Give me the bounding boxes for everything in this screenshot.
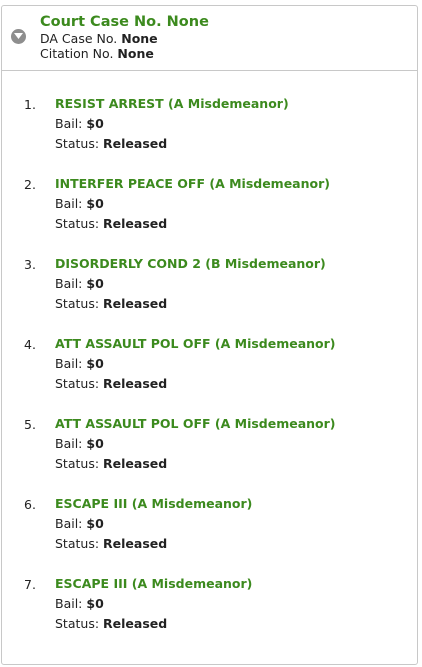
status-label: Status: bbox=[55, 616, 100, 631]
status-value: Released bbox=[103, 136, 168, 151]
status-label: Status: bbox=[55, 296, 100, 311]
status-line: Status: Released bbox=[55, 456, 167, 471]
status-value: Released bbox=[103, 616, 168, 631]
bail-line: Bail: $0 bbox=[55, 516, 104, 531]
charge-name: ESCAPE III (A Misdemeanor) bbox=[55, 496, 253, 511]
charge-item: 1. RESIST ARREST (A Misdemeanor) Bail: $… bbox=[2, 96, 417, 176]
status-label: Status: bbox=[55, 456, 100, 471]
bail-label: Bail: bbox=[55, 516, 83, 531]
bail-value: $0 bbox=[86, 436, 104, 451]
case-header: Court Case No. None DA Case No. None Cit… bbox=[2, 6, 417, 71]
bail-value: $0 bbox=[86, 356, 104, 371]
bail-label: Bail: bbox=[55, 596, 83, 611]
citation-label: Citation No. bbox=[40, 46, 114, 61]
charge-number: 1. bbox=[24, 97, 36, 112]
status-value: Released bbox=[103, 216, 168, 231]
bail-line: Bail: $0 bbox=[55, 276, 104, 291]
bail-line: Bail: $0 bbox=[55, 116, 104, 131]
bail-label: Bail: bbox=[55, 356, 83, 371]
charge-name: RESIST ARREST (A Misdemeanor) bbox=[55, 96, 289, 111]
charge-name: INTERFER PEACE OFF (A Misdemeanor) bbox=[55, 176, 330, 191]
bail-label: Bail: bbox=[55, 196, 83, 211]
status-value: Released bbox=[103, 536, 168, 551]
charge-number: 6. bbox=[24, 497, 36, 512]
bail-line: Bail: $0 bbox=[55, 596, 104, 611]
charge-number: 7. bbox=[24, 577, 36, 592]
charge-name: ATT ASSAULT POL OFF (A Misdemeanor) bbox=[55, 336, 336, 351]
status-label: Status: bbox=[55, 536, 100, 551]
charge-item: 4. ATT ASSAULT POL OFF (A Misdemeanor) B… bbox=[2, 336, 417, 416]
status-value: Released bbox=[103, 456, 168, 471]
charge-number: 2. bbox=[24, 177, 36, 192]
collapse-toggle-button[interactable] bbox=[11, 29, 26, 44]
bail-value: $0 bbox=[86, 516, 104, 531]
court-case-card: Court Case No. None DA Case No. None Cit… bbox=[1, 5, 418, 665]
bail-label: Bail: bbox=[55, 436, 83, 451]
charge-name: ATT ASSAULT POL OFF (A Misdemeanor) bbox=[55, 416, 336, 431]
status-line: Status: Released bbox=[55, 376, 167, 391]
charge-item: 6. ESCAPE III (A Misdemeanor) Bail: $0 S… bbox=[2, 496, 417, 576]
bail-value: $0 bbox=[86, 276, 104, 291]
status-label: Status: bbox=[55, 216, 100, 231]
charge-number: 3. bbox=[24, 257, 36, 272]
status-label: Status: bbox=[55, 136, 100, 151]
court-case-title: Court Case No. None bbox=[40, 14, 209, 30]
charge-item: 5. ATT ASSAULT POL OFF (A Misdemeanor) B… bbox=[2, 416, 417, 496]
charge-number: 5. bbox=[24, 417, 36, 432]
status-line: Status: Released bbox=[55, 136, 167, 151]
bail-line: Bail: $0 bbox=[55, 436, 104, 451]
bail-value: $0 bbox=[86, 116, 104, 131]
charge-item: 3. DISORDERLY COND 2 (B Misdemeanor) Bai… bbox=[2, 256, 417, 336]
chevron-down-icon bbox=[14, 33, 23, 39]
status-line: Status: Released bbox=[55, 216, 167, 231]
status-line: Status: Released bbox=[55, 296, 167, 311]
charges-list: 1. RESIST ARREST (A Misdemeanor) Bail: $… bbox=[2, 96, 417, 656]
charge-item: 7. ESCAPE III (A Misdemeanor) Bail: $0 S… bbox=[2, 576, 417, 656]
bail-value: $0 bbox=[86, 196, 104, 211]
status-line: Status: Released bbox=[55, 616, 167, 631]
status-label: Status: bbox=[55, 376, 100, 391]
citation-value: None bbox=[117, 46, 154, 61]
status-value: Released bbox=[103, 296, 168, 311]
citation-line: Citation No. None bbox=[40, 46, 154, 61]
charge-number: 4. bbox=[24, 337, 36, 352]
da-case-label: DA Case No. bbox=[40, 31, 118, 46]
bail-label: Bail: bbox=[55, 116, 83, 131]
da-case-value: None bbox=[121, 31, 158, 46]
charge-item: 2. INTERFER PEACE OFF (A Misdemeanor) Ba… bbox=[2, 176, 417, 256]
charge-name: ESCAPE III (A Misdemeanor) bbox=[55, 576, 253, 591]
bail-label: Bail: bbox=[55, 276, 83, 291]
bail-value: $0 bbox=[86, 596, 104, 611]
charge-name: DISORDERLY COND 2 (B Misdemeanor) bbox=[55, 256, 326, 271]
bail-line: Bail: $0 bbox=[55, 196, 104, 211]
da-case-line: DA Case No. None bbox=[40, 31, 158, 46]
status-line: Status: Released bbox=[55, 536, 167, 551]
status-value: Released bbox=[103, 376, 168, 391]
bail-line: Bail: $0 bbox=[55, 356, 104, 371]
